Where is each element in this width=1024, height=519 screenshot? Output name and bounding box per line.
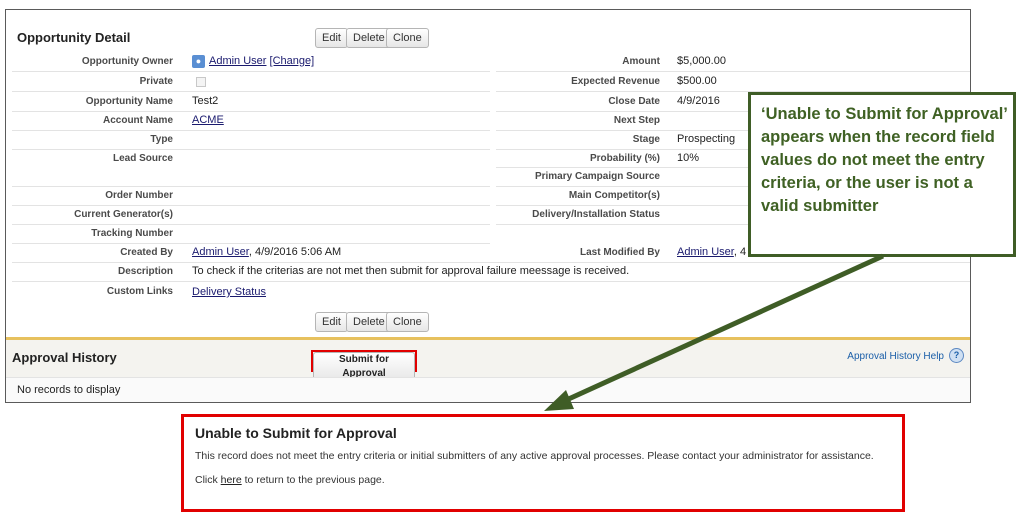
last-modified-value: Admin User, 4: [677, 243, 746, 262]
amount-value: $5,000.00: [677, 55, 726, 67]
opportunity-detail-title: Opportunity Detail: [17, 30, 131, 45]
last-modified-label: Last Modified By: [579, 247, 660, 258]
custom-links-label: Custom Links: [106, 286, 173, 297]
annotation-callout: ‘Unable to Submit for Approval’ appears …: [748, 92, 1016, 257]
created-by-user-link[interactable]: Admin User: [192, 246, 249, 258]
error-message-text: This record does not meet the entry crit…: [195, 450, 874, 462]
last-modified-user-link[interactable]: Admin User: [677, 246, 734, 258]
stage-value: Prospecting: [677, 133, 736, 145]
private-checkbox: [196, 77, 206, 87]
expected-revenue-value: $500.00: [677, 75, 717, 87]
delete-button-bottom[interactable]: Delete: [346, 312, 392, 332]
clone-button-bottom[interactable]: Clone: [386, 312, 429, 332]
order-number-label: Order Number: [105, 190, 173, 201]
return-message: Click here to return to the previous pag…: [195, 474, 385, 486]
owner-user-link[interactable]: Admin User: [209, 55, 266, 67]
stage-label: Stage: [632, 134, 660, 145]
probability-value: 10%: [677, 152, 700, 164]
opportunity-name-value: Test2: [192, 95, 219, 107]
expected-revenue-label: Expected Revenue: [571, 76, 660, 87]
callout-text: ‘Unable to Submit for Approval’ appears …: [761, 105, 1007, 215]
current-generator-label: Current Generator(s): [74, 209, 173, 220]
approval-history-title: Approval History: [12, 350, 117, 365]
next-step-label: Next Step: [613, 115, 660, 126]
return-prefix: Click: [195, 474, 221, 486]
opportunity-name-label: Opportunity Name: [85, 96, 173, 107]
type-label: Type: [150, 134, 173, 145]
account-name-label: Account Name: [102, 115, 173, 126]
primary-campaign-label: Primary Campaign Source: [534, 171, 660, 182]
delivery-status-link[interactable]: Delivery Status: [192, 283, 266, 302]
close-date-label: Close Date: [608, 96, 660, 107]
description-value: To check if the criterias are not met th…: [192, 265, 630, 277]
approval-history-list: No records to display: [6, 377, 970, 402]
amount-label: Amount: [622, 56, 660, 67]
delivery-status-label: Delivery/Installation Status: [532, 209, 660, 220]
tracking-number-label: Tracking Number: [91, 228, 173, 239]
clone-button-top[interactable]: Clone: [386, 28, 429, 48]
no-records-text: No records to display: [17, 384, 121, 396]
edit-button-top[interactable]: Edit: [315, 28, 348, 48]
edit-button-bottom[interactable]: Edit: [315, 312, 348, 332]
approval-history-help-link[interactable]: Approval History Help: [847, 351, 944, 362]
account-name-link[interactable]: ACME: [192, 111, 224, 130]
user-avatar-icon: ●: [192, 54, 205, 68]
description-label: Description: [117, 266, 173, 277]
lead-source-label: Lead Source: [112, 153, 173, 164]
return-suffix: to return to the previous page.: [241, 474, 385, 486]
opportunity-owner-label: Opportunity Owner: [81, 56, 173, 67]
help-icon[interactable]: ?: [949, 348, 964, 363]
last-modified-date: , 4: [733, 246, 747, 258]
created-by-date: , 4/9/2016 5:06 AM: [248, 246, 342, 258]
main-competitor-label: Main Competitor(s): [568, 190, 660, 201]
probability-label: Probability (%): [589, 153, 660, 164]
private-label: Private: [139, 76, 173, 87]
opportunity-owner-value: ● Admin User [Change]: [192, 52, 314, 71]
error-title: Unable to Submit for Approval: [195, 425, 397, 441]
error-message-box: Unable to Submit for Approval This recor…: [181, 414, 905, 512]
submit-for-approval-highlight: Submit for Approval: [311, 350, 417, 382]
created-by-label: Created By: [120, 247, 173, 258]
close-date-value: 4/9/2016: [677, 95, 720, 107]
created-by-value: Admin User, 4/9/2016 5:06 AM: [192, 243, 341, 262]
owner-change-link[interactable]: [Change]: [270, 55, 315, 67]
return-here-link[interactable]: here: [221, 474, 242, 486]
approval-history-header: Approval History: [6, 337, 970, 377]
delete-button-top[interactable]: Delete: [346, 28, 392, 48]
